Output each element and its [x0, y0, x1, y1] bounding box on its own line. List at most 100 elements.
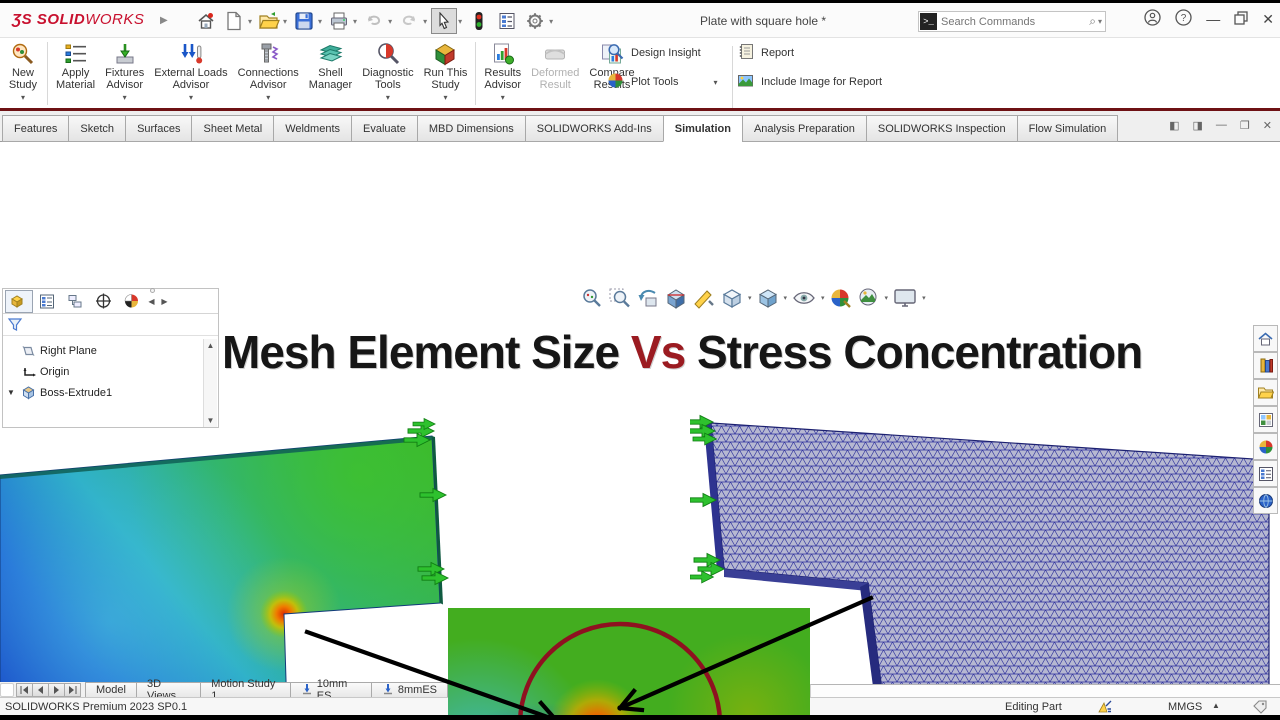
- include-image-button[interactable]: Include Image for Report: [737, 72, 882, 92]
- search-icon[interactable]: ⌕: [1089, 14, 1096, 29]
- minimize-icon[interactable]: —: [1206, 12, 1220, 26]
- stress-plot-model[interactable]: [0, 417, 460, 720]
- options-gear-icon[interactable]: [522, 8, 548, 34]
- search-caret[interactable]: ▾: [1098, 17, 1102, 26]
- tab-splitter-handle[interactable]: [0, 683, 14, 697]
- print-caret[interactable]: ▾: [353, 17, 357, 26]
- tree-tabs-right-icon[interactable]: ▶: [158, 297, 171, 306]
- ribbon-button-fixtures-advisor[interactable]: Fixtures Advisor ▾: [100, 38, 149, 109]
- tab-propertymanager[interactable]: [33, 290, 61, 313]
- tab-sheet-metal[interactable]: Sheet Metal: [191, 115, 274, 142]
- open-caret[interactable]: ▾: [283, 17, 287, 26]
- apply-scene-caret[interactable]: ▾: [885, 294, 889, 302]
- pane-right-icon[interactable]: ◨: [1193, 119, 1203, 132]
- plot-tools-caret[interactable]: ▾: [714, 78, 718, 87]
- doc-tab-3d-views[interactable]: 3D Views: [135, 678, 201, 702]
- forum-globe-icon[interactable]: [1253, 487, 1278, 514]
- new-document-icon[interactable]: [221, 8, 247, 34]
- view-palette-icon[interactable]: [1253, 406, 1278, 433]
- close-icon[interactable]: ✕: [1262, 12, 1274, 26]
- design-insight-button[interactable]: Design Insight: [607, 43, 718, 63]
- tab-simulation[interactable]: Simulation: [662, 115, 742, 142]
- logo-expander-icon[interactable]: ▶: [160, 15, 168, 26]
- scroll-down-icon[interactable]: ▼: [207, 416, 215, 425]
- tree-tabs-left-icon[interactable]: ◀: [145, 297, 158, 306]
- view-orientation-icon[interactable]: [718, 286, 746, 310]
- ribbon-caret[interactable]: ▾: [501, 93, 505, 102]
- tab-last-icon[interactable]: [64, 683, 81, 697]
- account-icon[interactable]: [1144, 9, 1161, 28]
- doc-tab-motion-study-1[interactable]: Motion Study 1: [200, 678, 290, 702]
- file-explorer-icon[interactable]: [1253, 379, 1278, 406]
- tree-filter-row[interactable]: [3, 314, 218, 336]
- ribbon-caret[interactable]: ▾: [386, 93, 390, 102]
- tab-evaluate[interactable]: Evaluate: [351, 115, 417, 142]
- doc-tab-model[interactable]: Model: [85, 682, 136, 698]
- doc-tab-8mmes[interactable]: 8mmES: [370, 682, 448, 698]
- tab-next-icon[interactable]: [48, 683, 65, 697]
- edit-appearance-icon[interactable]: [827, 286, 855, 310]
- report-button[interactable]: Report: [737, 43, 882, 63]
- doc-close-icon[interactable]: ✕: [1263, 119, 1272, 132]
- graphics-viewport[interactable]: Mesh Element Size Vs Stress Concentratio…: [0, 142, 1280, 720]
- tab-prev-icon[interactable]: [32, 683, 49, 697]
- ribbon-caret[interactable]: ▾: [21, 93, 25, 102]
- help-icon[interactable]: ?: [1175, 9, 1192, 28]
- home-icon[interactable]: [193, 8, 219, 34]
- redo-caret[interactable]: ▾: [423, 17, 427, 26]
- ribbon-button-run-this-study[interactable]: Run This Study ▾: [419, 38, 473, 109]
- save-icon[interactable]: [291, 8, 317, 34]
- tab-featuremanager[interactable]: [5, 289, 33, 313]
- expand-icon[interactable]: ▼: [3, 388, 19, 397]
- tab-mbd-dimensions[interactable]: MBD Dimensions: [416, 115, 525, 142]
- tree-item-right-plane[interactable]: Right Plane: [3, 340, 218, 361]
- ribbon-button-external-loads-advisor[interactable]: External Loads Advisor ▾: [149, 38, 232, 109]
- evaluate-list-icon[interactable]: [494, 8, 520, 34]
- print-icon[interactable]: [326, 8, 352, 34]
- plot-tools-button[interactable]: Plot Tools ▾: [607, 72, 718, 92]
- horizontal-scrollbar[interactable]: [810, 684, 1280, 697]
- doc-tab-10mm-es[interactable]: 10mm ES: [289, 678, 371, 702]
- tree-item-origin[interactable]: Origin: [3, 361, 218, 382]
- select-caret[interactable]: ▾: [458, 17, 462, 26]
- tab-displaymanager[interactable]: [117, 290, 145, 313]
- open-icon[interactable]: [256, 8, 282, 34]
- ribbon-button-shell-manager[interactable]: Shell Manager: [304, 38, 357, 109]
- search-commands-box[interactable]: >_ ⌕ ▾: [918, 11, 1106, 32]
- display-style-icon[interactable]: [754, 286, 782, 310]
- save-caret[interactable]: ▾: [318, 17, 322, 26]
- zoom-fit-icon[interactable]: [578, 286, 606, 310]
- tab-flow-simulation[interactable]: Flow Simulation: [1016, 115, 1119, 142]
- apply-scene-icon[interactable]: [855, 286, 883, 310]
- appearances-icon[interactable]: [1253, 433, 1278, 460]
- tab-dimxpertmanager[interactable]: [89, 290, 117, 313]
- ribbon-button-apply-material[interactable]: Apply Material: [51, 38, 100, 109]
- units-caret[interactable]: ▲: [1212, 701, 1220, 710]
- ribbon-button-new-study[interactable]: New Study ▾: [2, 38, 44, 109]
- display-style-caret[interactable]: ▾: [784, 294, 788, 302]
- tab-configurationmanager[interactable]: [61, 290, 89, 313]
- ribbon-caret[interactable]: ▾: [123, 93, 127, 102]
- resources-home-icon[interactable]: [1253, 325, 1278, 352]
- doc-minimize-icon[interactable]: —: [1216, 119, 1227, 132]
- select-cursor-icon[interactable]: [431, 8, 458, 34]
- custom-properties-icon[interactable]: [1253, 460, 1278, 487]
- options-caret[interactable]: ▾: [549, 17, 553, 26]
- design-checker-icon[interactable]: [466, 8, 492, 34]
- ribbon-caret[interactable]: ▾: [443, 93, 447, 102]
- tree-scrollbar[interactable]: ▲ ▼: [203, 339, 217, 427]
- units-selector[interactable]: MMGS: [1168, 701, 1202, 713]
- tree-item-boss-extrude1[interactable]: ▼ Boss-Extrude1: [3, 382, 218, 403]
- doc-restore-icon[interactable]: ❐: [1240, 119, 1250, 132]
- ribbon-button-diagnostic-tools[interactable]: Diagnostic Tools ▾: [357, 38, 418, 109]
- redo-icon[interactable]: [396, 8, 422, 34]
- view-settings-caret[interactable]: ▾: [922, 294, 926, 302]
- design-library-icon[interactable]: [1253, 352, 1278, 379]
- previous-view-icon[interactable]: [634, 286, 662, 310]
- panel-grip-handle[interactable]: [147, 288, 157, 294]
- tab-features[interactable]: Features: [2, 115, 69, 142]
- tab-analysis-preparation[interactable]: Analysis Preparation: [741, 115, 866, 142]
- tab-first-icon[interactable]: [16, 683, 33, 697]
- view-orientation-caret[interactable]: ▾: [748, 294, 752, 302]
- ribbon-button-connections-advisor[interactable]: Connections Advisor ▾: [233, 38, 304, 109]
